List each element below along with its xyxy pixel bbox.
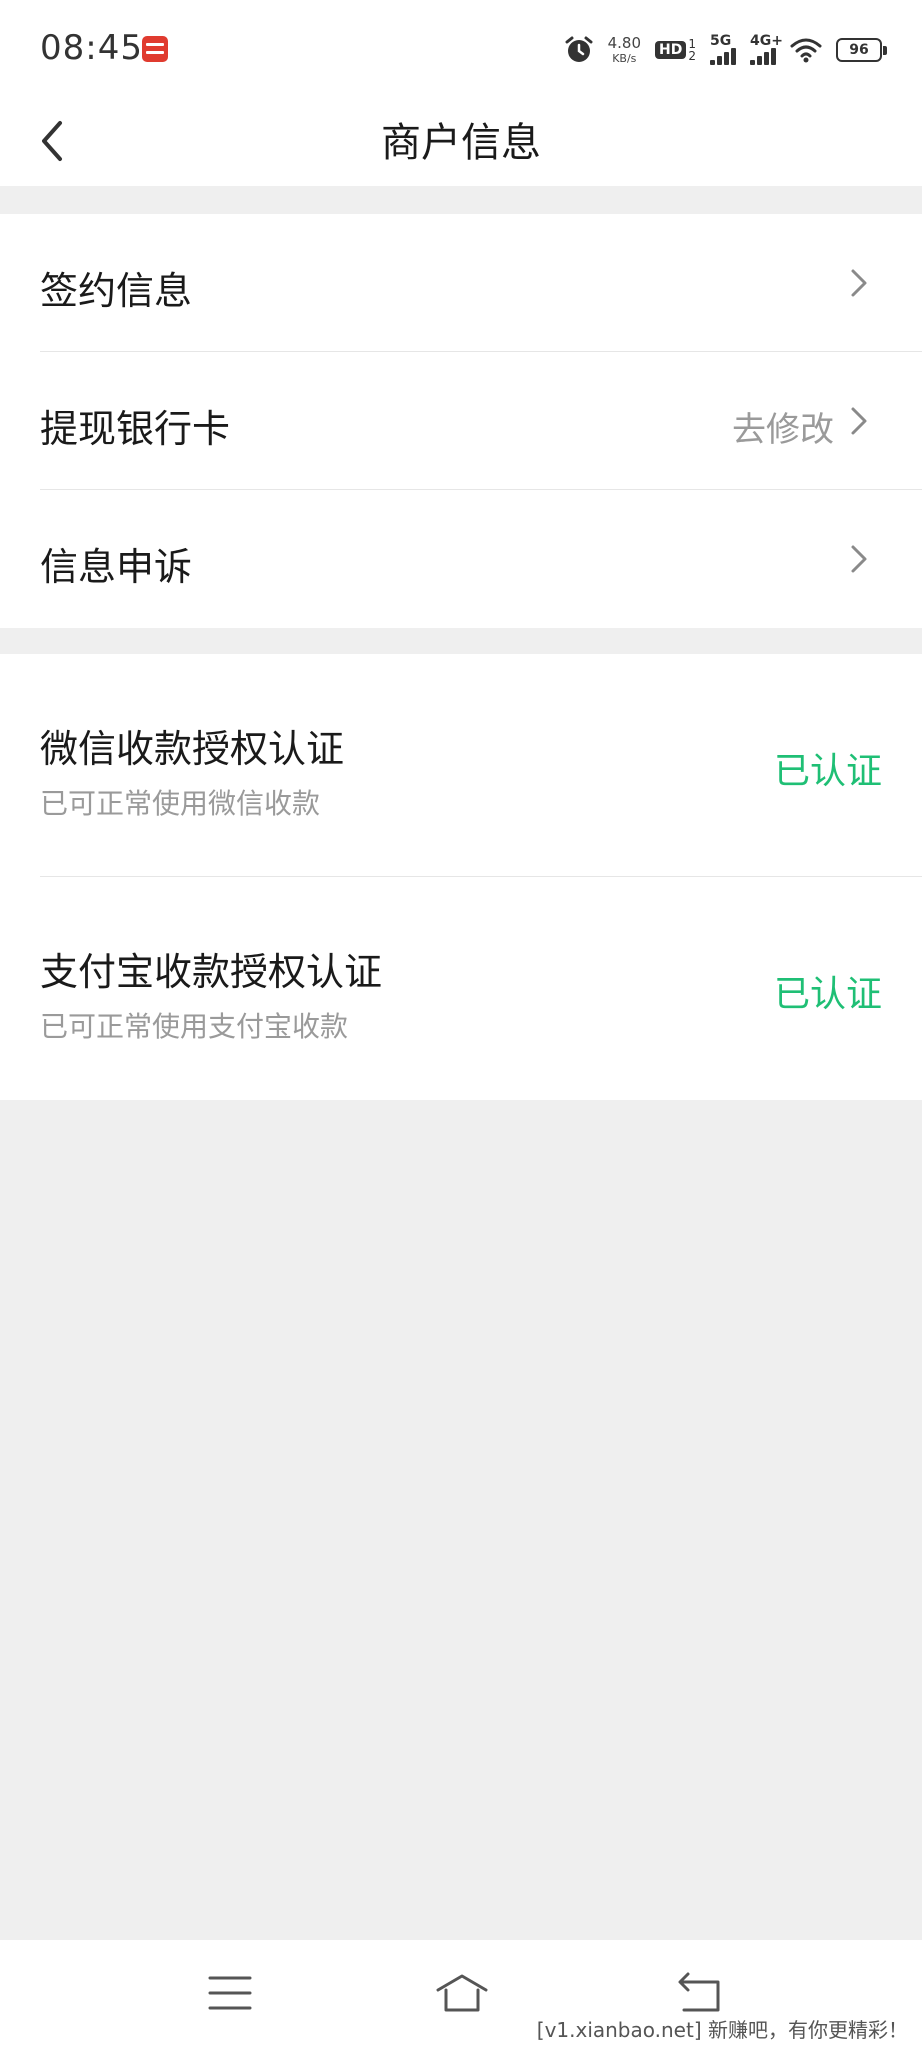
net-speed-value: 4.80 <box>607 34 642 52</box>
auth-status-badge: 已认证 <box>773 974 882 1015</box>
hd-label: HD <box>655 41 687 59</box>
header: 商户信息 <box>0 96 922 186</box>
menu-item-label: 提现银行卡 <box>40 407 231 451</box>
chevron-right-icon <box>851 269 867 297</box>
menu-item-label: 签约信息 <box>40 269 193 313</box>
auth-title: 微信收款授权认证 <box>40 727 345 771</box>
auth-list: 微信收款授权认证 已可正常使用微信收款 已认证 支付宝收款授权认证 已可正常使用… <box>0 654 922 1100</box>
net-speed: 4.80 KB/s <box>607 34 642 65</box>
auth-title: 支付宝收款授权认证 <box>40 950 383 994</box>
signal-2-label: 4G+ <box>750 33 783 49</box>
screen: 08:45 4.80 KB/s HD 1 2 5G 4G+ 96 商户信息 签约… <box>0 0 922 2048</box>
battery-icon: 96 <box>836 38 887 62</box>
hd-bottom: 2 <box>688 49 696 63</box>
auth-item-wechat[interactable]: 微信收款授权认证 已可正常使用微信收款 已认证 <box>40 654 922 877</box>
watermark-text: [v1.xianbao.net] 新赚吧，有你更精彩！ <box>536 2018 908 2042</box>
merchant-menu: 签约信息 提现银行卡 去修改 信息申诉 <box>0 214 922 628</box>
status-bar: 08:45 4.80 KB/s HD 1 2 5G 4G+ 96 <box>0 0 922 96</box>
system-nav-bar: [v1.xianbao.net] 新赚吧，有你更精彩！ <box>0 1940 922 2048</box>
back-icon[interactable] <box>672 1968 732 2018</box>
status-icons: 4.80 KB/s HD 1 2 5G 4G+ 96 <box>564 32 887 68</box>
alarm-icon <box>565 36 593 62</box>
menu-icon[interactable] <box>200 1968 260 2018</box>
page-title: 商户信息 <box>381 120 541 166</box>
net-speed-unit: KB/s <box>612 52 637 65</box>
status-time: 08:45 <box>40 28 143 68</box>
auth-status-badge: 已认证 <box>773 751 882 792</box>
home-icon[interactable] <box>432 1968 492 2018</box>
app-notification-icon <box>142 36 168 62</box>
signal-4g-icon: 4G+ <box>750 33 783 65</box>
auth-item-alipay[interactable]: 支付宝收款授权认证 已可正常使用支付宝收款 已认证 <box>40 877 922 1100</box>
auth-subtitle: 已可正常使用微信收款 <box>40 787 321 820</box>
signal-5g-icon: 5G <box>710 33 736 65</box>
menu-item-appeal[interactable]: 信息申诉 <box>40 490 922 628</box>
edit-link[interactable]: 去修改 <box>732 402 834 451</box>
battery-level: 96 <box>849 42 869 58</box>
auth-subtitle: 已可正常使用支付宝收款 <box>40 1010 349 1043</box>
hd-voice-icon: HD 1 2 <box>655 38 696 62</box>
menu-item-contract-info[interactable]: 签约信息 <box>40 214 922 352</box>
menu-item-bank-card[interactable]: 提现银行卡 去修改 <box>40 352 922 490</box>
chevron-right-icon <box>851 545 867 573</box>
menu-item-label: 信息申诉 <box>40 545 193 589</box>
chevron-right-icon <box>851 407 867 435</box>
wifi-icon <box>790 38 822 63</box>
signal-1-label: 5G <box>710 33 732 49</box>
